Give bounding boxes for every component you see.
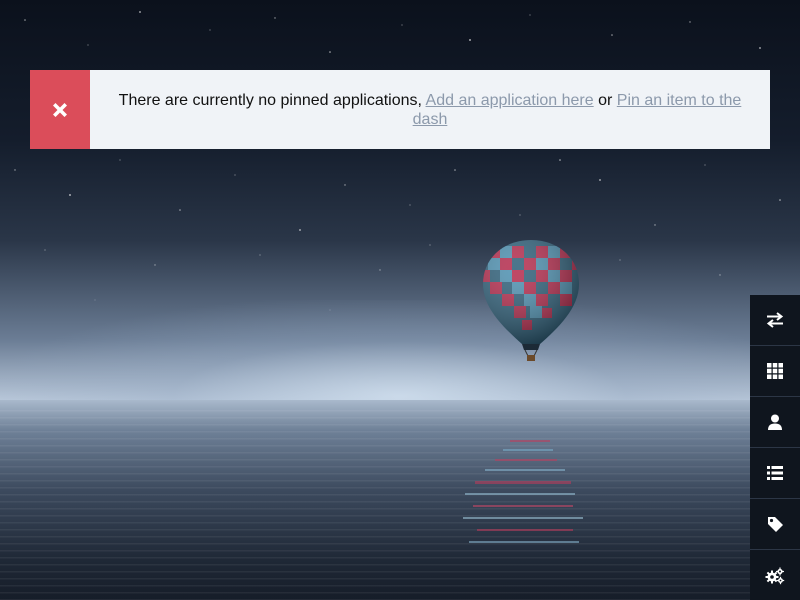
sidebar-item-settings[interactable] (750, 550, 800, 600)
hot-air-balloon (483, 240, 579, 361)
close-icon[interactable] (50, 100, 70, 120)
alert-text: There are currently no pinned applicatio… (118, 91, 422, 109)
balloon-reflection (463, 440, 583, 543)
sea-ripples (0, 410, 800, 600)
list-icon (767, 466, 783, 480)
sidebar-item-tags[interactable] (750, 499, 800, 550)
alert-icon-box[interactable] (30, 70, 90, 149)
grid-icon (767, 363, 783, 379)
gears-icon (765, 567, 785, 584)
tag-icon (767, 516, 783, 532)
no-pinned-apps-alert: There are currently no pinned applicatio… (30, 70, 770, 149)
alert-message: There are currently no pinned applicatio… (90, 70, 770, 149)
alert-separator: or (598, 91, 613, 109)
swap-arrows-icon (766, 312, 784, 328)
user-icon (768, 414, 782, 430)
sidebar-item-users[interactable] (750, 397, 800, 448)
sidebar-item-applications[interactable] (750, 346, 800, 397)
sidebar-item-switch[interactable] (750, 295, 800, 346)
sidebar-item-list[interactable] (750, 448, 800, 499)
add-application-link[interactable]: Add an application here (426, 92, 594, 109)
right-sidebar (750, 295, 800, 600)
